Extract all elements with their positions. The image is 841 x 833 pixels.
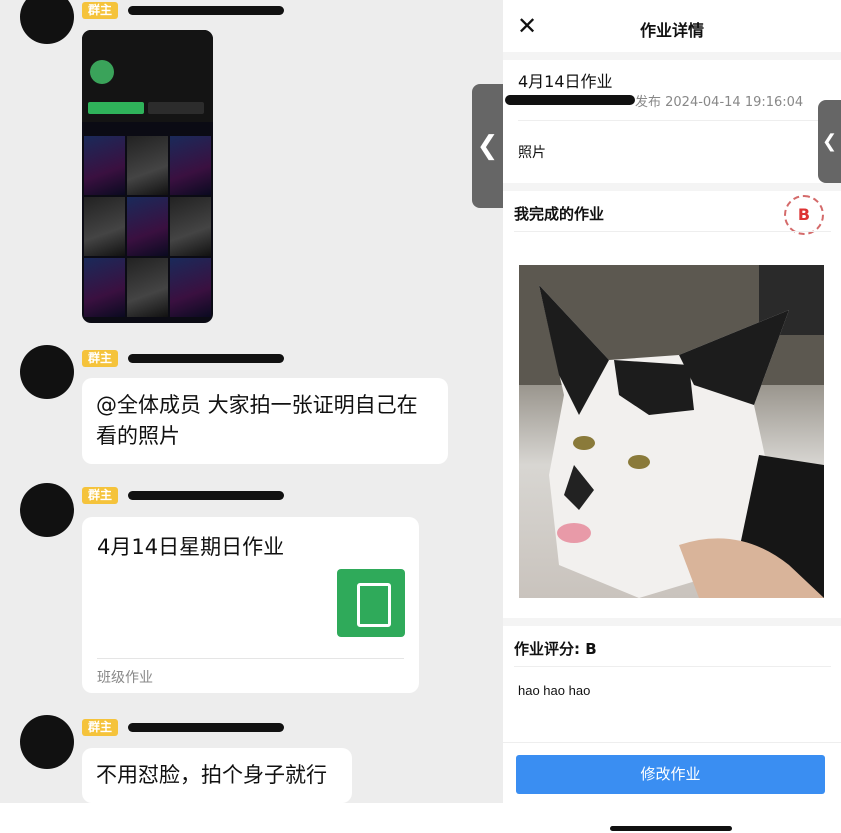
assignment-title: 4月14日星期日作业 <box>97 535 285 559</box>
collapse-handle-left[interactable]: ❮ <box>472 84 503 208</box>
edit-assignment-button[interactable]: 修改作业 <box>516 755 825 794</box>
chat-pane: 群主 群主 @全体成员 大家拍一张证明自己在看的照片 群主 4月14日星期日作业… <box>0 0 503 803</box>
assignment-source: 班级作业 <box>97 670 153 686</box>
submitted-cat-photo[interactable] <box>519 265 824 598</box>
score-label: 作业评分: B <box>514 640 597 658</box>
message-text: @全体成员 大家拍一张证明自己在看的照片 <box>96 393 418 448</box>
group-owner-tag: 群主 <box>82 487 119 504</box>
submission-type-label: 照片 <box>518 145 546 161</box>
teacher-comment: hao hao hao <box>518 683 591 698</box>
redacted-name <box>128 354 284 363</box>
assignment-detail-pane: ✕ 作业详情 4月14日作业 发布 2024-04-14 19:16:04 照片… <box>503 0 841 833</box>
shared-screenshot-image[interactable] <box>82 30 213 323</box>
avatar[interactable] <box>20 345 74 399</box>
avatar[interactable] <box>20 483 74 537</box>
publish-time: 发布 2024-04-14 19:16:04 <box>635 95 804 110</box>
redacted-name <box>128 723 284 732</box>
message-text: 不用怼脸，拍个身子就行 <box>96 763 327 787</box>
my-work-heading: 我完成的作业 <box>514 205 605 223</box>
avatar[interactable] <box>20 0 74 44</box>
avatar[interactable] <box>20 715 74 769</box>
grade-stamp: B <box>784 195 824 235</box>
group-owner-tag: 群主 <box>82 719 119 736</box>
message-bubble[interactable]: @全体成员 大家拍一张证明自己在看的照片 <box>82 378 448 464</box>
chevron-left-icon: ❮ <box>476 131 499 161</box>
redacted-name <box>128 491 284 500</box>
follow-button-image <box>88 102 144 114</box>
divider <box>97 658 404 659</box>
chevron-left-icon: ❮ <box>821 131 838 152</box>
redacted-name <box>128 6 284 15</box>
nav-bar: ✕ 作业详情 <box>503 0 841 53</box>
message-bubble[interactable]: 不用怼脸，拍个身子就行 <box>82 748 352 803</box>
group-owner-tag: 群主 <box>82 2 119 19</box>
divider <box>514 231 831 232</box>
message-button-image <box>148 102 204 114</box>
document-icon <box>337 569 405 637</box>
divider <box>514 666 831 667</box>
assignment-name: 4月14日作业 <box>518 72 613 91</box>
app-logo-icon <box>90 60 114 84</box>
page-title: 作业详情 <box>639 21 704 40</box>
home-indicator <box>610 826 732 831</box>
assignment-card[interactable]: 4月14日星期日作业 班级作业 <box>82 517 419 693</box>
collapse-handle-right[interactable]: ❮ <box>818 100 841 183</box>
group-owner-tag: 群主 <box>82 350 119 367</box>
redacted-publisher <box>505 95 635 105</box>
